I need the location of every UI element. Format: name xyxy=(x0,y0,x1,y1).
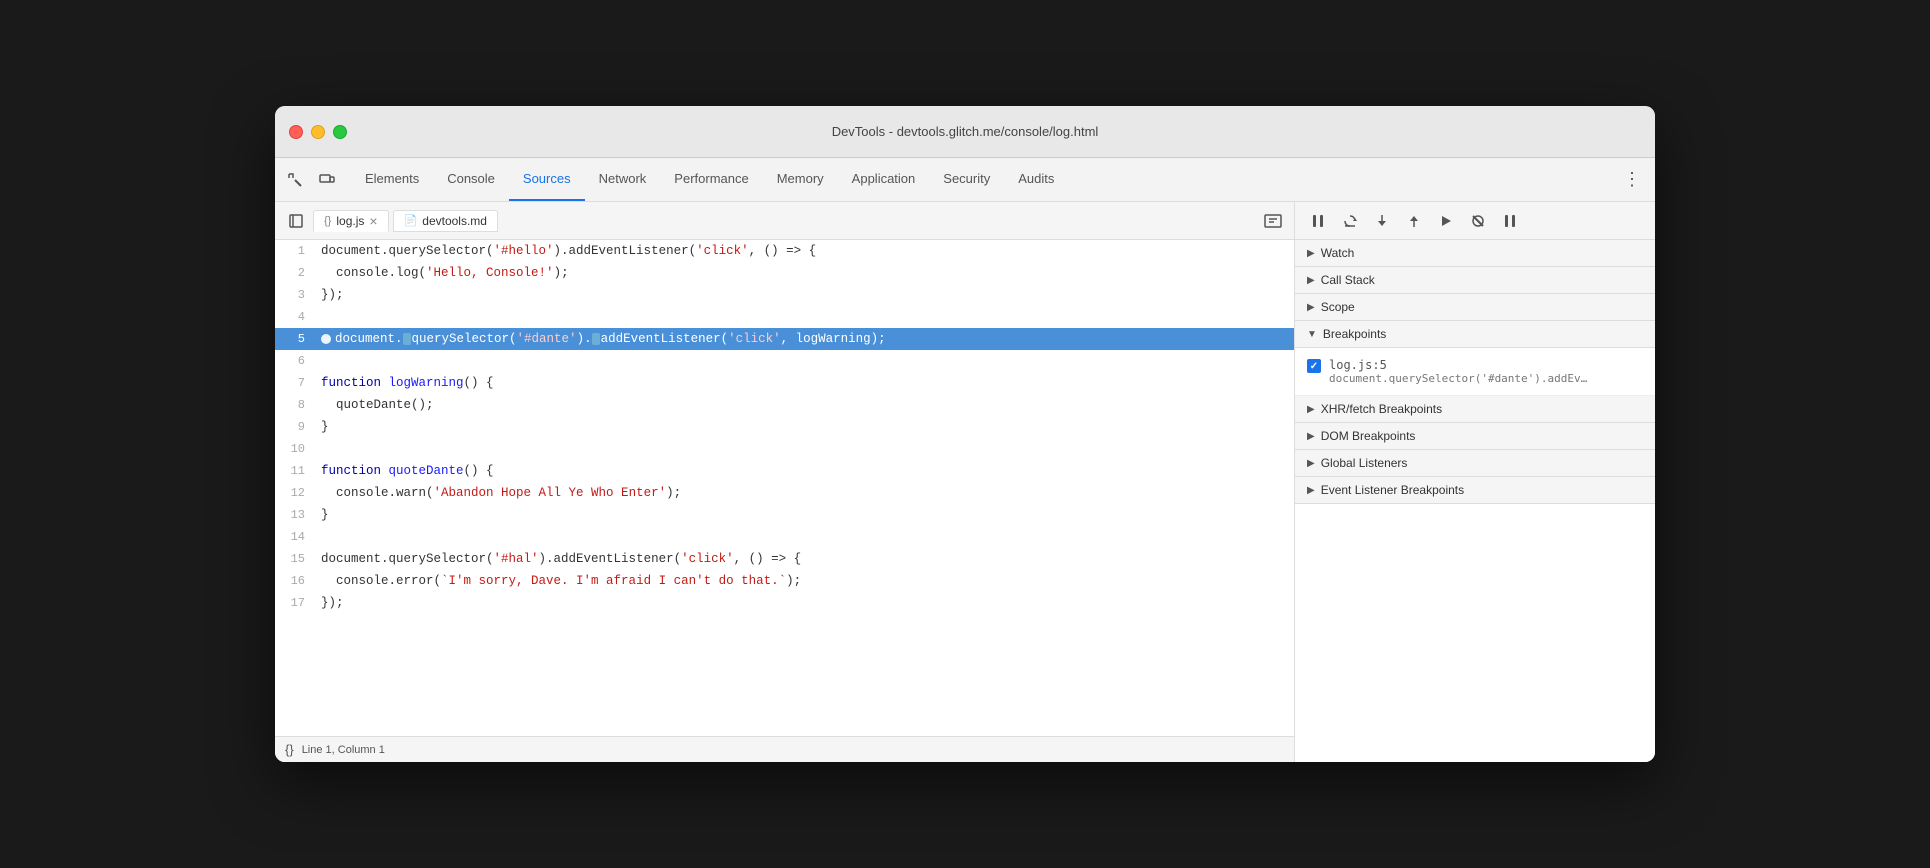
code-line-6: 6 xyxy=(275,350,1294,372)
code-line-13: 13 } xyxy=(275,504,1294,526)
event-section-header[interactable]: ▶ Event Listener Breakpoints xyxy=(1295,477,1655,504)
maximize-button[interactable] xyxy=(333,125,347,139)
status-bar: {} Line 1, Column 1 xyxy=(275,736,1294,762)
watch-section-header[interactable]: ▶ Watch xyxy=(1295,240,1655,267)
file-tab-logjs[interactable]: {} log.js × xyxy=(313,210,389,232)
format-code-icon[interactable] xyxy=(1260,208,1286,234)
more-options-button[interactable]: ⋮ xyxy=(1615,169,1649,190)
code-line-4: 4 xyxy=(275,306,1294,328)
step-button[interactable] xyxy=(1433,208,1459,234)
code-line-12: 12 console.warn('Abandon Hope All Ye Who… xyxy=(275,482,1294,504)
code-line-9: 9 } xyxy=(275,416,1294,438)
callstack-arrow-icon: ▶ xyxy=(1307,275,1315,286)
pause-resume-button[interactable] xyxy=(1305,208,1331,234)
device-toolbar-icon[interactable] xyxy=(313,166,341,194)
close-button[interactable] xyxy=(289,125,303,139)
tab-network[interactable]: Network xyxy=(585,158,661,201)
js-file-icon: {} xyxy=(324,215,331,227)
tabbar-left-icons xyxy=(281,158,351,201)
debugger-toolbar xyxy=(1295,202,1655,240)
watch-arrow-icon: ▶ xyxy=(1307,248,1315,259)
breakpoint-checkbox[interactable] xyxy=(1307,359,1321,373)
minimize-button[interactable] xyxy=(311,125,325,139)
tabbar-right: ⋮ xyxy=(1605,158,1649,201)
main-content: {} log.js × 📄 devtools.md xyxy=(275,202,1655,762)
code-line-14: 14 xyxy=(275,526,1294,548)
file-tab-devtoolsmd[interactable]: 📄 devtools.md xyxy=(393,210,498,232)
main-tabs: Elements Console Sources Network Perform… xyxy=(351,158,1605,201)
tab-memory[interactable]: Memory xyxy=(763,158,838,201)
breakpoints-section-header[interactable]: ▼ Breakpoints xyxy=(1295,321,1655,348)
code-lines: 1 document.querySelector('#hello').addEv… xyxy=(275,240,1294,614)
code-line-5: 5 document.querySelector('#dante').addEv… xyxy=(275,328,1294,350)
traffic-lights xyxy=(289,125,347,139)
code-line-10: 10 xyxy=(275,438,1294,460)
scope-arrow-icon: ▶ xyxy=(1307,302,1315,313)
step-over-button[interactable] xyxy=(1337,208,1363,234)
tab-elements[interactable]: Elements xyxy=(351,158,433,201)
step-into-button[interactable] xyxy=(1369,208,1395,234)
event-arrow-icon: ▶ xyxy=(1307,485,1315,496)
code-line-3: 3 }); xyxy=(275,284,1294,306)
tab-security[interactable]: Security xyxy=(929,158,1004,201)
tab-audits[interactable]: Audits xyxy=(1004,158,1068,201)
right-panel: ▶ Watch ▶ Call Stack ▶ Scope ▼ xyxy=(1295,202,1655,762)
close-file-tab[interactable]: × xyxy=(369,214,377,228)
xhr-arrow-icon: ▶ xyxy=(1307,404,1315,415)
code-line-17: 17 }); xyxy=(275,592,1294,614)
editor-toolbar-right xyxy=(1260,208,1286,234)
inspect-element-icon[interactable] xyxy=(281,166,309,194)
editor-panel: {} log.js × 📄 devtools.md xyxy=(275,202,1295,762)
window-title: DevTools - devtools.glitch.me/console/lo… xyxy=(832,124,1099,139)
breakpoint-location: log.js:5 xyxy=(1329,358,1587,372)
code-line-11: 11 function quoteDante() { xyxy=(275,460,1294,482)
code-line-1: 1 document.querySelector('#hello').addEv… xyxy=(275,240,1294,262)
code-line-7: 7 function logWarning() { xyxy=(275,372,1294,394)
code-line-2: 2 console.log('Hello, Console!'); xyxy=(275,262,1294,284)
pause-on-exceptions-button[interactable] xyxy=(1497,208,1523,234)
step-out-button[interactable] xyxy=(1401,208,1427,234)
tab-console[interactable]: Console xyxy=(433,158,509,201)
xhr-section-header[interactable]: ▶ XHR/fetch Breakpoints xyxy=(1295,396,1655,423)
breakpoint-code-preview: document.querySelector('#dante').addEv… xyxy=(1329,372,1587,385)
code-line-8: 8 quoteDante(); xyxy=(275,394,1294,416)
breakpoints-arrow-icon: ▼ xyxy=(1307,329,1317,340)
dom-arrow-icon: ▶ xyxy=(1307,431,1315,442)
toggle-sidebar-icon[interactable] xyxy=(283,208,309,234)
breakpoint-item: log.js:5 document.querySelector('#dante'… xyxy=(1307,354,1643,389)
code-line-16: 16 console.error(`I'm sorry, Dave. I'm a… xyxy=(275,570,1294,592)
dom-section-header[interactable]: ▶ DOM Breakpoints xyxy=(1295,423,1655,450)
global-section-header[interactable]: ▶ Global Listeners xyxy=(1295,450,1655,477)
tab-sources[interactable]: Sources xyxy=(509,158,585,201)
code-line-15: 15 document.querySelector('#hal').addEve… xyxy=(275,548,1294,570)
scope-section-header[interactable]: ▶ Scope xyxy=(1295,294,1655,321)
debugger-sections: ▶ Watch ▶ Call Stack ▶ Scope ▼ xyxy=(1295,240,1655,762)
cursor-position: Line 1, Column 1 xyxy=(302,744,385,756)
editor-toolbar: {} log.js × 📄 devtools.md xyxy=(275,202,1294,240)
md-file-icon: 📄 xyxy=(404,214,418,227)
titlebar: DevTools - devtools.glitch.me/console/lo… xyxy=(275,106,1655,158)
code-editor[interactable]: 1 document.querySelector('#hello').addEv… xyxy=(275,240,1294,736)
callstack-section-header[interactable]: ▶ Call Stack xyxy=(1295,267,1655,294)
breakpoints-content: log.js:5 document.querySelector('#dante'… xyxy=(1295,348,1655,396)
tab-bar: Elements Console Sources Network Perform… xyxy=(275,158,1655,202)
global-arrow-icon: ▶ xyxy=(1307,458,1315,469)
devtools-window: DevTools - devtools.glitch.me/console/lo… xyxy=(275,106,1655,762)
format-icon: {} xyxy=(285,742,294,757)
deactivate-breakpoints-button[interactable] xyxy=(1465,208,1491,234)
breakpoints-section: ▼ Breakpoints log.js:5 document.querySel… xyxy=(1295,321,1655,396)
tab-application[interactable]: Application xyxy=(838,158,930,201)
tab-performance[interactable]: Performance xyxy=(660,158,762,201)
breakpoint-details: log.js:5 document.querySelector('#dante'… xyxy=(1329,358,1587,385)
